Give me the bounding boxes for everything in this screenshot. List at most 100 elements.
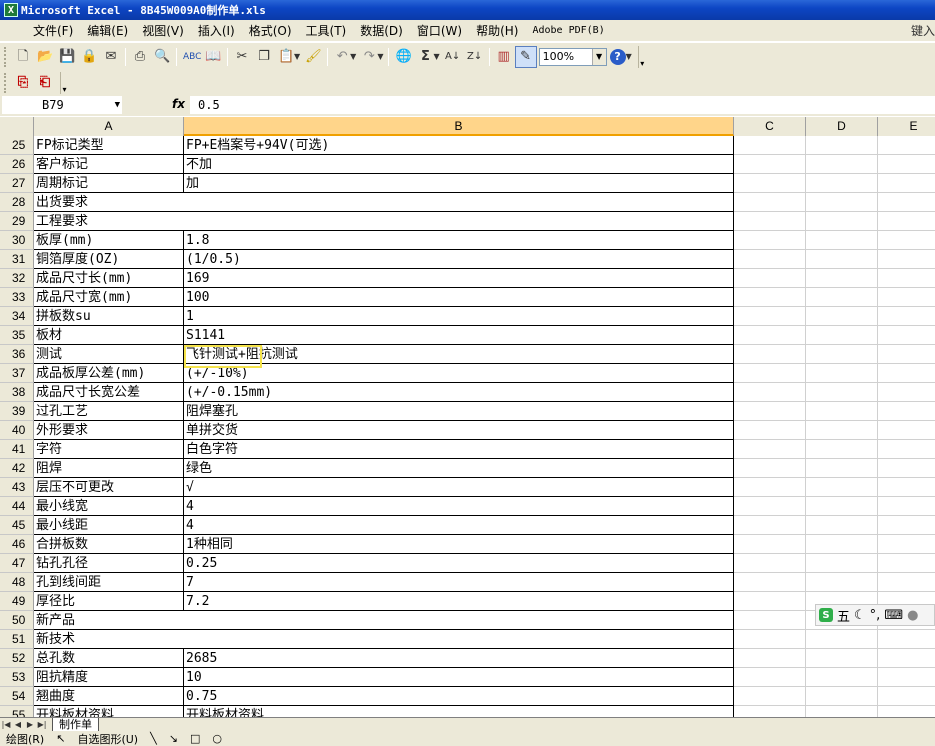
row-header[interactable]: 45 (0, 516, 34, 535)
row-header[interactable]: 29 (0, 212, 34, 231)
empty-cells[interactable] (734, 516, 935, 535)
cell-a[interactable]: FP标记类型 (34, 136, 184, 155)
cell-a[interactable]: 开料板材资料 (34, 706, 184, 717)
email-icon[interactable]: ✉ (100, 46, 122, 68)
format-painter-icon[interactable]: 🖌 (302, 46, 324, 68)
row-header[interactable]: 48 (0, 573, 34, 592)
row-header[interactable]: 38 (0, 383, 34, 402)
toolbar-options-icon[interactable]: ▾ (637, 45, 646, 68)
column-header-e[interactable]: E (878, 117, 935, 136)
empty-cells[interactable] (734, 345, 935, 364)
cell-b[interactable]: √ (184, 478, 734, 497)
column-header-d[interactable]: D (806, 117, 878, 136)
line-icon[interactable]: ╲ (144, 732, 163, 745)
cell-b[interactable]: 1 (184, 307, 734, 326)
zoom-select[interactable]: 100% ▼ (538, 47, 607, 66)
first-sheet-icon[interactable]: |◀ (0, 719, 12, 731)
empty-cells[interactable] (734, 440, 935, 459)
cell-b[interactable]: 绿色 (184, 459, 734, 478)
cell-a[interactable]: 总孔数 (34, 649, 184, 668)
cell-b[interactable]: 2685 (184, 649, 734, 668)
cell-b[interactable]: 1.8 (184, 231, 734, 250)
toolbar-options-icon[interactable]: ▾ (60, 71, 68, 94)
menu-help[interactable]: 帮助(H) (469, 20, 525, 42)
cell-a[interactable]: 成品尺寸宽(mm) (34, 288, 184, 307)
cell-b[interactable]: (+/-10%) (184, 364, 734, 383)
cell-a[interactable]: 新技术 (34, 630, 734, 649)
cell-a[interactable]: 新产品 (34, 611, 734, 630)
menu-insert[interactable]: 插入(I) (191, 20, 242, 42)
cell-a[interactable]: 最小线宽 (34, 497, 184, 516)
empty-cells[interactable] (734, 383, 935, 402)
cell-a[interactable]: 字符 (34, 440, 184, 459)
new-icon[interactable]: 🗋 (12, 46, 34, 68)
print-preview-icon[interactable]: 🔍 (151, 46, 173, 68)
cell-a[interactable]: 外形要求 (34, 421, 184, 440)
empty-cells[interactable] (734, 706, 935, 717)
permission-icon[interactable]: 🔒 (78, 46, 100, 68)
help-dropdown-icon[interactable]: ▼ (626, 52, 632, 61)
empty-cells[interactable] (734, 573, 935, 592)
cell-b[interactable]: (+/-0.15mm) (184, 383, 734, 402)
convert-and-email-pdf-icon[interactable]: ⎗ (34, 72, 56, 94)
empty-cells[interactable] (734, 687, 935, 706)
sort-descending-icon[interactable]: Z↓ (464, 46, 486, 68)
cell-a[interactable]: 阻焊 (34, 459, 184, 478)
ime-mode-label[interactable]: 五 (837, 606, 850, 625)
menu-format[interactable]: 格式(O) (242, 20, 299, 42)
research-icon[interactable]: 📖 (202, 46, 224, 68)
sheet-tab[interactable]: 制作单 (52, 717, 99, 732)
empty-cells[interactable] (734, 231, 935, 250)
empty-cells[interactable] (734, 136, 935, 155)
row-header[interactable]: 37 (0, 364, 34, 383)
cell-a[interactable]: 合拼板数 (34, 535, 184, 554)
open-icon[interactable]: 📂 (34, 46, 56, 68)
empty-cells[interactable] (734, 155, 935, 174)
row-header[interactable]: 25 (0, 136, 34, 155)
convert-to-pdf-icon[interactable]: ⎘ (12, 72, 34, 94)
rectangle-icon[interactable]: □ (184, 732, 206, 745)
row-header[interactable]: 30 (0, 231, 34, 250)
oval-icon[interactable]: ○ (206, 732, 228, 745)
empty-cells[interactable] (734, 554, 935, 573)
row-header[interactable]: 34 (0, 307, 34, 326)
cell-a[interactable]: 成品尺寸长(mm) (34, 269, 184, 288)
cell-a[interactable]: 客户标记 (34, 155, 184, 174)
cell-b[interactable]: 100 (184, 288, 734, 307)
cell-a[interactable]: 过孔工艺 (34, 402, 184, 421)
row-header[interactable]: 28 (0, 193, 34, 212)
empty-cells[interactable] (734, 535, 935, 554)
paste-dropdown-icon[interactable]: ▼ (294, 52, 300, 61)
row-header[interactable]: 41 (0, 440, 34, 459)
hyperlink-icon[interactable]: 🌐 (392, 46, 414, 68)
row-header[interactable]: 40 (0, 421, 34, 440)
row-header[interactable]: 44 (0, 497, 34, 516)
cell-a[interactable]: 翘曲度 (34, 687, 184, 706)
cell-b[interactable]: 0.75 (184, 687, 734, 706)
cell-b[interactable]: 7 (184, 573, 734, 592)
autosum-dropdown-icon[interactable]: ▼ (433, 52, 439, 61)
draw-menu[interactable]: 绘图(R) (0, 731, 50, 746)
cell-a[interactable]: 层压不可更改 (34, 478, 184, 497)
empty-cells[interactable] (734, 364, 935, 383)
autoshapes-menu[interactable]: 自选图形(U) (71, 731, 144, 746)
cell-b[interactable]: 加 (184, 174, 734, 193)
empty-cells[interactable] (734, 288, 935, 307)
punctuation-icon[interactable]: °, (870, 608, 881, 623)
cell-a[interactable]: 最小线距 (34, 516, 184, 535)
row-header[interactable]: 36 (0, 345, 34, 364)
cell-b[interactable]: 飞针测试+阻抗测试 (184, 345, 734, 364)
column-header-b[interactable]: B (184, 117, 734, 136)
next-sheet-icon[interactable]: ▶ (24, 719, 36, 731)
cell-b[interactable]: 不加 (184, 155, 734, 174)
row-header[interactable]: 55 (0, 706, 34, 717)
copy-icon[interactable]: ❐ (253, 46, 275, 68)
row-header[interactable]: 49 (0, 592, 34, 611)
menu-file[interactable]: 文件(F) (26, 20, 80, 42)
ime-toolbar[interactable]: S 五 ☾ °, ⌨ ● (815, 604, 935, 626)
cursor-icon[interactable]: ↖ (50, 732, 71, 745)
empty-cells[interactable] (734, 459, 935, 478)
cell-a[interactable]: 工程要求 (34, 212, 734, 231)
menu-edit[interactable]: 编辑(E) (80, 20, 135, 42)
moon-icon[interactable]: ☾ (854, 608, 866, 623)
